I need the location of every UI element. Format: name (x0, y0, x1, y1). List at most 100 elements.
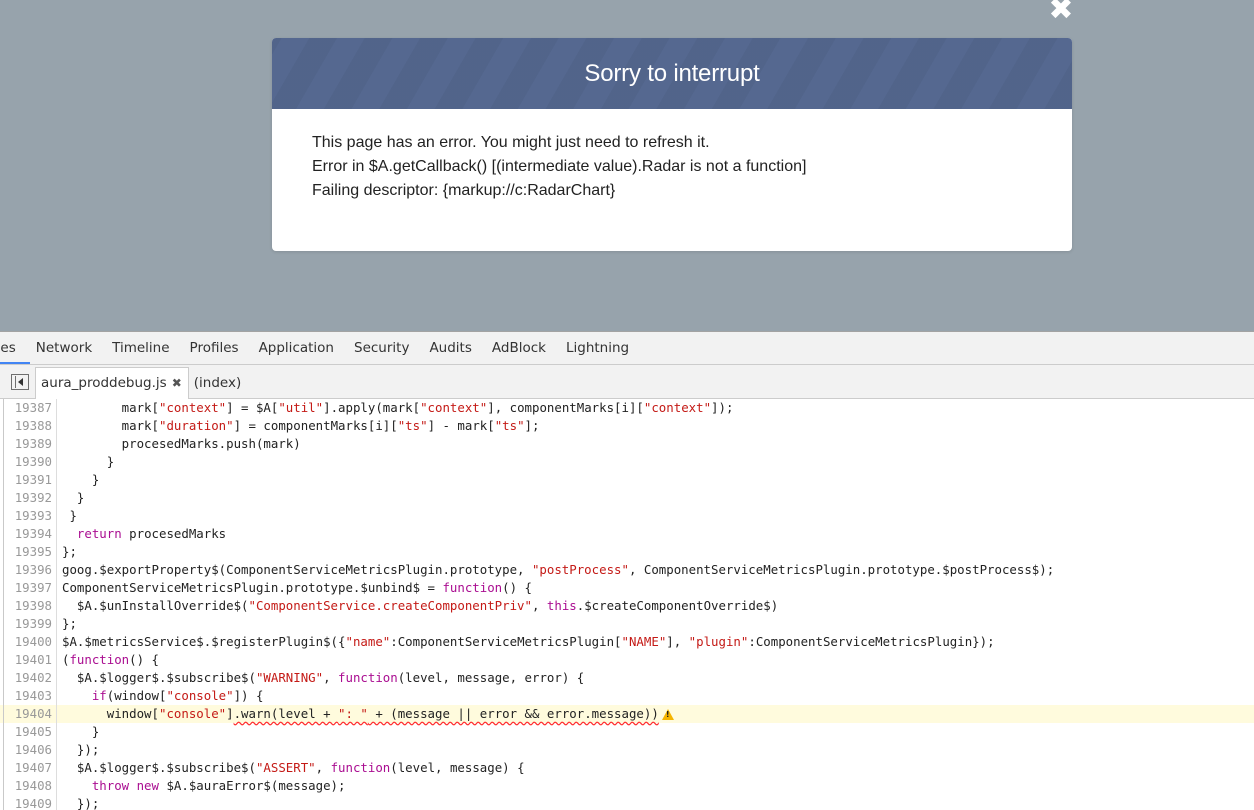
code-text: $A.$logger$.$subscribe$("ASSERT", functi… (62, 760, 525, 775)
code-line[interactable]: 19394 return procesedMarks (0, 525, 1254, 543)
line-number-gutter[interactable]: 19395 (0, 543, 57, 561)
code-line[interactable]: 19399}; (0, 615, 1254, 633)
tab-audits[interactable]: Audits (419, 332, 481, 364)
line-number-gutter[interactable]: 19406 (0, 741, 57, 759)
code-line[interactable]: 19409 }); (0, 795, 1254, 810)
line-number-gutter[interactable]: 19402 (0, 669, 57, 687)
code-line[interactable]: 19390 } (0, 453, 1254, 471)
file-tab-aura-proddebug[interactable]: aura_proddebug.js ✖ (35, 367, 189, 399)
code-text: }); (62, 796, 100, 810)
tab-network[interactable]: Network (26, 332, 102, 364)
line-number-gutter[interactable]: 19393 (0, 507, 57, 525)
line-number[interactable]: 19397 (4, 579, 57, 597)
code-line[interactable]: 19388 mark["duration"] = componentMarks[… (0, 417, 1254, 435)
line-number[interactable]: 19400 (4, 633, 57, 651)
line-number[interactable]: 19408 (4, 777, 57, 795)
code-line[interactable]: 19405 } (0, 723, 1254, 741)
tab-profiles[interactable]: Profiles (180, 332, 249, 364)
error-message-descriptor: Failing descriptor: {markup://c:RadarCha… (312, 182, 616, 199)
line-number-gutter[interactable]: 19389 (0, 435, 57, 453)
tab-application[interactable]: Application (249, 332, 344, 364)
tab-sources[interactable]: ces (0, 332, 30, 364)
line-number[interactable]: 19409 (4, 795, 57, 810)
line-number-gutter[interactable]: 19408 (0, 777, 57, 795)
code-line[interactable]: 19389 procesedMarks.push(mark) (0, 435, 1254, 453)
line-number-gutter[interactable]: 19396 (0, 561, 57, 579)
line-number[interactable]: 19395 (4, 543, 57, 561)
line-number-gutter[interactable]: 19397 (0, 579, 57, 597)
line-number-gutter[interactable]: 19390 (0, 453, 57, 471)
line-number[interactable]: 19393 (4, 507, 57, 525)
error-message-refresh: This page has an error. You might just n… (312, 134, 710, 151)
line-number-gutter[interactable]: 19404 (0, 705, 57, 723)
modal-header: Sorry to interrupt (272, 38, 1072, 109)
code-text: $A.$metricsService$.$registerPlugin$({"n… (62, 634, 995, 649)
code-text: }); (62, 742, 100, 757)
code-line[interactable]: 19406 }); (0, 741, 1254, 759)
sidebar-toggle-icon[interactable] (11, 374, 29, 390)
code-line[interactable]: 19391 } (0, 471, 1254, 489)
line-number[interactable]: 19394 (4, 525, 57, 543)
code-line[interactable]: 19400 $A.$metricsService$.$registerPlugin… (0, 633, 1254, 651)
line-number[interactable]: 19396 (4, 561, 57, 579)
code-line[interactable]: 19404 window["console"].warn(level + ": … (0, 705, 1254, 723)
devtools-main-tabs: ces Network Timeline Profiles Applicatio… (0, 332, 1254, 365)
tab-timeline[interactable]: Timeline (102, 332, 179, 364)
line-number[interactable]: 19389 (4, 435, 57, 453)
line-number[interactable]: 19391 (4, 471, 57, 489)
line-number[interactable]: 19405 (4, 723, 57, 741)
line-number[interactable]: 19399 (4, 615, 57, 633)
code-line[interactable]: 19393 } (0, 507, 1254, 525)
code-line[interactable]: 19396 goog.$exportProperty$(ComponentServ… (0, 561, 1254, 579)
line-number[interactable]: 19388 (4, 417, 57, 435)
line-number-gutter[interactable]: 19394 (0, 525, 57, 543)
line-number[interactable]: 19404 (4, 705, 57, 723)
file-tab-index[interactable]: (index) (189, 368, 247, 398)
line-number-gutter[interactable]: 19405 (0, 723, 57, 741)
line-number-gutter[interactable]: 19401 (0, 651, 57, 669)
tab-adblock[interactable]: AdBlock (482, 332, 556, 364)
line-number-gutter[interactable]: 19392 (0, 489, 57, 507)
line-number[interactable]: 19401 (4, 651, 57, 669)
line-number-gutter[interactable]: 19399 (0, 615, 57, 633)
close-icon[interactable]: ✖ (172, 376, 182, 390)
line-number-gutter[interactable]: 19409 (0, 795, 57, 810)
line-number[interactable]: 19406 (4, 741, 57, 759)
line-number[interactable]: 19390 (4, 453, 57, 471)
line-number-gutter[interactable]: 19388 (0, 417, 57, 435)
code-line[interactable]: 19402 $A.$logger$.$subscribe$("WARNING",… (0, 669, 1254, 687)
tab-lightning[interactable]: Lightning (556, 332, 639, 364)
code-text: } (62, 454, 115, 469)
code-line[interactable]: 19398 $A.$unInstallOverride$("ComponentS… (0, 597, 1254, 615)
line-number[interactable]: 19403 (4, 687, 57, 705)
code-line[interactable]: 19407 $A.$logger$.$subscribe$("ASSERT", … (0, 759, 1254, 777)
line-number-gutter[interactable]: 19403 (0, 687, 57, 705)
code-line[interactable]: 19403 if(window["console"]) { (0, 687, 1254, 705)
code-text: goog.$exportProperty$(ComponentServiceMe… (62, 562, 1055, 577)
line-number-gutter[interactable]: 19391 (0, 471, 57, 489)
code-line[interactable]: 19395}; (0, 543, 1254, 561)
code-editor[interactable]: 19387 mark["context"] = $A["util"].apply… (0, 399, 1254, 810)
line-number-gutter[interactable]: 19407 (0, 759, 57, 777)
code-line[interactable]: 19387 mark["context"] = $A["util"].apply… (0, 399, 1254, 417)
tab-security[interactable]: Security (344, 332, 419, 364)
code-text: procesedMarks.push(mark) (62, 436, 301, 451)
code-line[interactable]: 19401 (function() { (0, 651, 1254, 669)
code-text: }; (62, 616, 77, 631)
code-line[interactable]: 19408 throw new $A.$auraError$(message); (0, 777, 1254, 795)
close-icon[interactable]: ✖ (1047, 0, 1075, 25)
line-number-gutter[interactable]: 19400 (0, 633, 57, 651)
line-number[interactable]: 19387 (4, 399, 57, 417)
code-line[interactable]: 19397 ComponentServiceMetricsPlugin.proto… (0, 579, 1254, 597)
line-number[interactable]: 19402 (4, 669, 57, 687)
warning-triangle-icon[interactable] (661, 709, 674, 720)
code-text: } (62, 490, 85, 505)
line-number-gutter[interactable]: 19398 (0, 597, 57, 615)
line-number[interactable]: 19407 (4, 759, 57, 777)
code-text: window["console"].warn(level + ": " + (m… (57, 705, 674, 723)
code-text: }; (62, 544, 77, 559)
line-number[interactable]: 19392 (4, 489, 57, 507)
line-number-gutter[interactable]: 19387 (0, 399, 57, 417)
code-line[interactable]: 19392 } (0, 489, 1254, 507)
line-number[interactable]: 19398 (4, 597, 57, 615)
